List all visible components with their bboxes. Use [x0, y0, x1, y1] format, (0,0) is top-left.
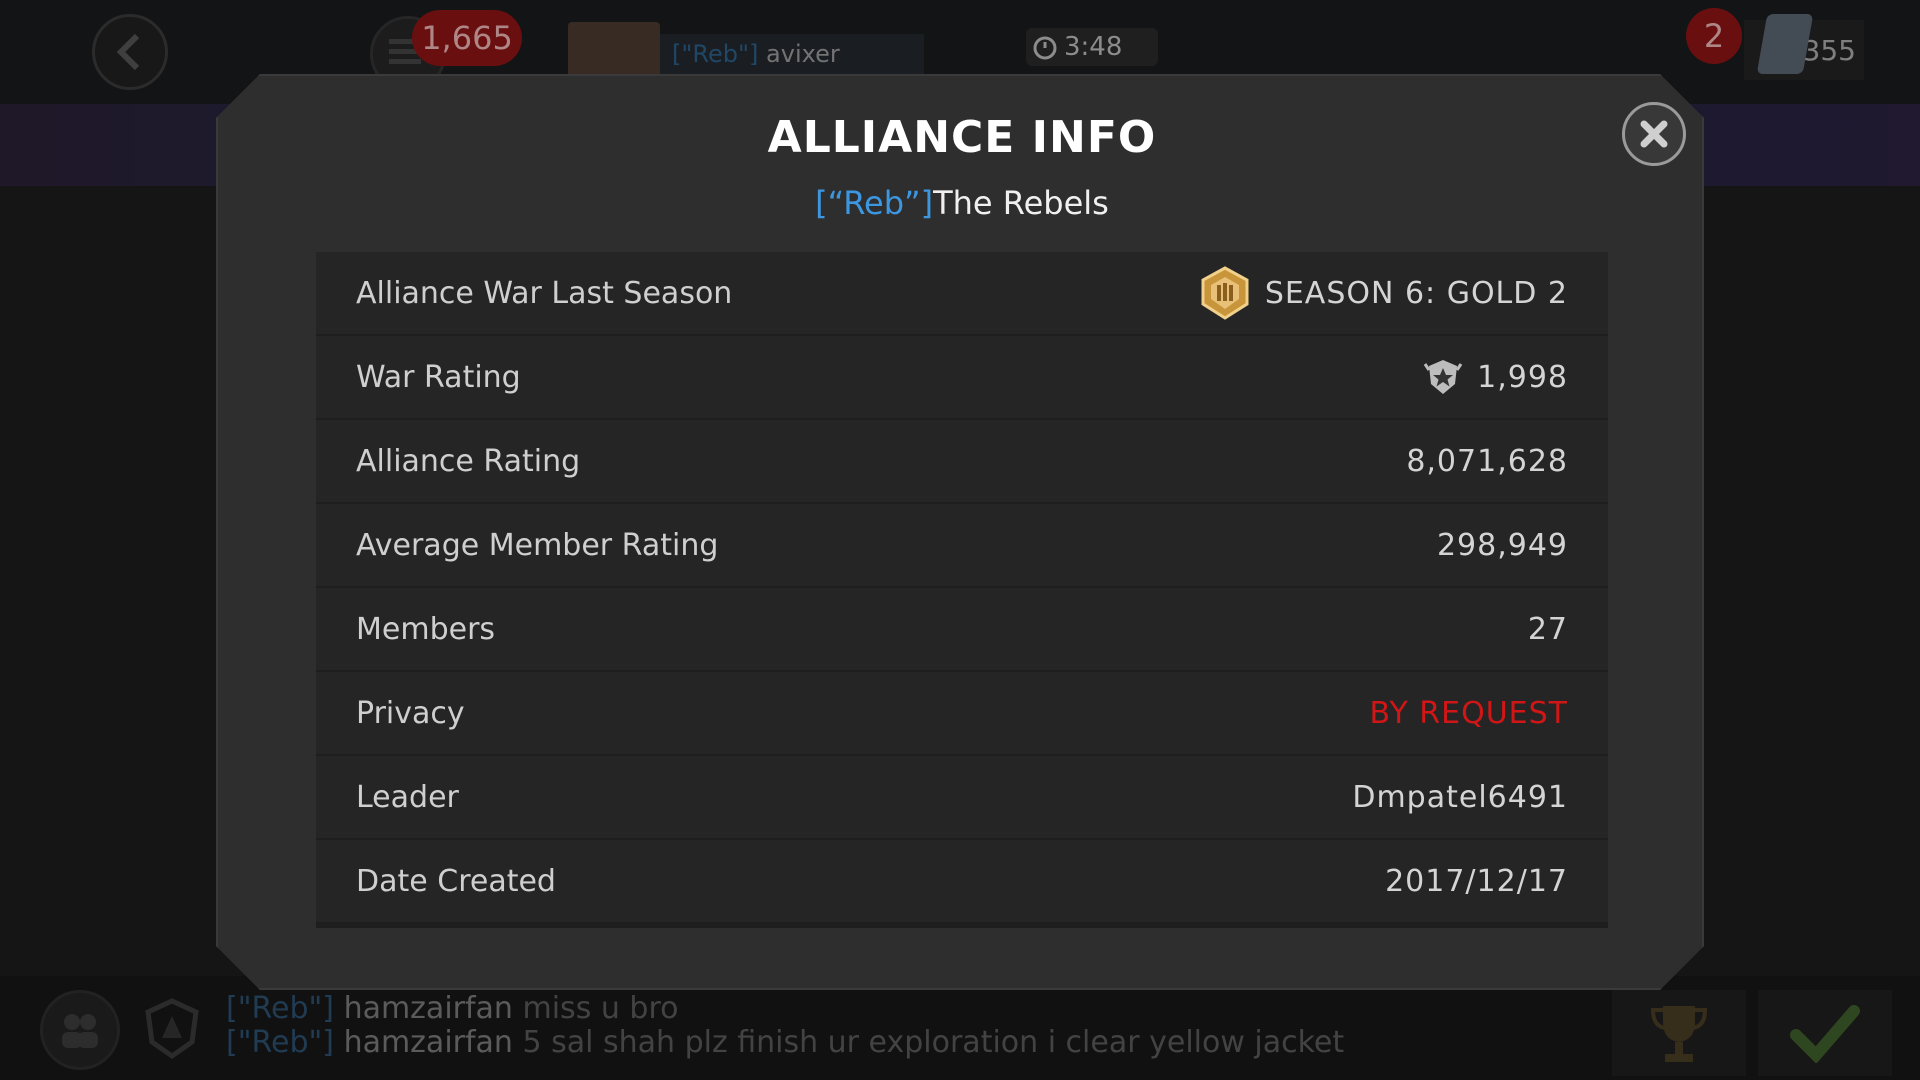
info-row-average-member-rating: Average Member Rating 298,949: [316, 504, 1608, 586]
dialog-title: ALLIANCE INFO: [767, 112, 1157, 163]
info-row-war-season: Alliance War Last Season SEASON 6: GOLD …: [316, 252, 1608, 334]
info-row-members: Members 27: [316, 588, 1608, 670]
info-row-privacy: Privacy BY REQUEST: [316, 672, 1608, 754]
row-value: SEASON 6: GOLD 2: [1197, 265, 1568, 321]
alliance-info-dialog: ALLIANCE INFO [“Reb”]The Rebels Alliance…: [216, 74, 1704, 990]
row-label: Members: [356, 611, 496, 647]
row-value: 2017/12/17: [1385, 863, 1568, 899]
info-row-war-rating: War Rating 1,998: [316, 336, 1608, 418]
leader-name[interactable]: Dmpatel6491: [1352, 780, 1568, 815]
alliance-tag: [“Reb”]: [815, 184, 934, 222]
war-season-value: SEASON 6: GOLD 2: [1264, 275, 1568, 311]
alliance-name: The Rebels: [933, 184, 1109, 222]
row-value: 8,071,628: [1406, 443, 1568, 479]
row-label: Alliance Rating: [356, 443, 581, 479]
info-row-alliance-rating: Alliance Rating 8,071,628: [316, 420, 1608, 502]
row-label: Leader: [356, 779, 459, 815]
row-value: 298,949: [1436, 527, 1568, 563]
info-row-leader: Leader Dmpatel6491: [316, 756, 1608, 838]
info-row-date-created: Date Created 2017/12/17: [316, 840, 1608, 922]
privacy-status: BY REQUEST: [1369, 695, 1568, 731]
row-label: Alliance War Last Season: [356, 275, 733, 311]
row-label: Average Member Rating: [356, 527, 719, 563]
star-shield-icon: [1421, 358, 1465, 396]
row-label: Privacy: [356, 695, 465, 731]
row-value: 1,998: [1421, 358, 1568, 396]
alliance-name-heading: [“Reb”]The Rebels: [218, 184, 1706, 222]
alliance-info-table: Alliance War Last Season SEASON 6: GOLD …: [316, 252, 1608, 928]
war-rating-value: 1,998: [1477, 359, 1568, 395]
row-label: War Rating: [356, 359, 521, 395]
gold-tier-icon: [1197, 265, 1253, 321]
row-label: Date Created: [356, 863, 556, 899]
close-icon: [1637, 117, 1671, 151]
row-value: 27: [1527, 611, 1568, 647]
close-button[interactable]: [1622, 102, 1686, 166]
